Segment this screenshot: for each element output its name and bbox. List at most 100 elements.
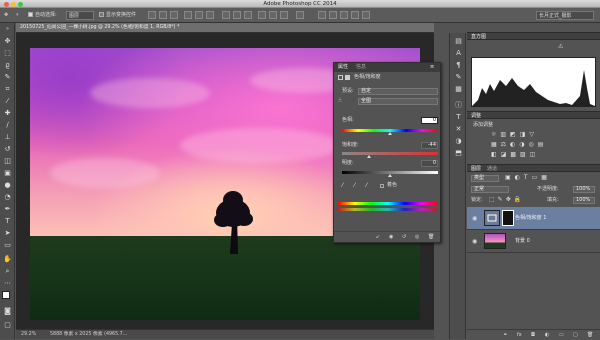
- adjustment-icons-row-3[interactable]: ◧◪▩▨◫: [491, 151, 539, 159]
- move-tool-icon[interactable]: ✥: [4, 11, 8, 20]
- auto-select-checkbox[interactable]: 自动选择:: [28, 11, 57, 20]
- align-right-icon[interactable]: [206, 11, 214, 19]
- hue-value-field[interactable]: 0: [421, 117, 438, 124]
- lightness-value-field[interactable]: 0: [421, 160, 438, 167]
- auto-select-target-select[interactable]: 图层: [66, 11, 94, 20]
- paragraph-panel-icon[interactable]: ¶: [454, 61, 463, 70]
- path-selection-tool-icon[interactable]: ➤: [3, 229, 12, 238]
- tab-properties[interactable]: 属性: [338, 63, 348, 72]
- color-panel-icon[interactable]: ◑: [454, 137, 463, 146]
- history-brush-tool-icon[interactable]: ↺: [3, 145, 12, 154]
- navigator-panel-icon[interactable]: ⬒: [454, 149, 463, 158]
- layer-name[interactable]: 背景 0: [515, 230, 530, 253]
- distribute-right-icon[interactable]: [280, 11, 288, 19]
- align-left-icon[interactable]: [184, 11, 192, 19]
- view-previous-state-icon[interactable]: ◉: [389, 234, 393, 241]
- layer-row-background[interactable]: ◉ 背景 0: [467, 230, 600, 253]
- workspace-switcher[interactable]: 长月正式_摄影: [536, 11, 594, 20]
- histogram-warning-icon[interactable]: ⚠: [558, 43, 563, 50]
- new-group-icon[interactable]: ▭: [559, 332, 564, 339]
- tab-channels[interactable]: 通道: [487, 165, 497, 173]
- auto-align-icon[interactable]: [296, 11, 304, 19]
- panel-menu-icon[interactable]: ≡: [430, 63, 434, 72]
- lock-icons[interactable]: ⬚✎✥🔒: [489, 196, 524, 204]
- target-adjust-icon[interactable]: ☝: [338, 97, 342, 104]
- tab-layers[interactable]: 图层: [471, 165, 481, 173]
- eyedropper-minus-icon[interactable]: ⁄: [366, 182, 367, 189]
- 3d-slide-icon[interactable]: [351, 11, 359, 19]
- document-tab[interactable]: 20150725_仙尚公园_一棵小树.jpg @ 29.2% (色相/饱和度 1…: [16, 23, 434, 33]
- 3d-roll-icon[interactable]: [329, 11, 337, 19]
- align-bottom-icon[interactable]: [170, 11, 178, 19]
- reset-icon[interactable]: ↺: [402, 234, 406, 241]
- rectangle-tool-icon[interactable]: ▭: [3, 241, 12, 250]
- delete-layer-icon[interactable]: 🗑: [587, 332, 593, 339]
- visibility-eye-icon[interactable]: ◉: [472, 238, 477, 245]
- lasso-tool-icon[interactable]: ϱ: [3, 61, 12, 70]
- distribute-center-icon[interactable]: [269, 11, 277, 19]
- history-panel-icon[interactable]: ▤: [454, 37, 463, 46]
- tool-presets-icon[interactable]: T: [454, 113, 463, 122]
- lightness-slider-handle[interactable]: [388, 174, 392, 177]
- mask-icon[interactable]: [345, 75, 350, 80]
- collapse-toolbar-icon[interactable]: »: [3, 25, 12, 34]
- 3d-scale-icon[interactable]: [362, 11, 370, 19]
- align-center-icon[interactable]: [195, 11, 203, 19]
- preset-select[interactable]: 自定: [358, 88, 438, 95]
- channel-select[interactable]: 全图: [358, 98, 438, 105]
- marquee-tool-icon[interactable]: ⬚: [3, 49, 12, 58]
- tab-info[interactable]: 信息: [356, 63, 366, 72]
- saturation-slider-handle[interactable]: [367, 155, 371, 158]
- screen-mode-icon[interactable]: ▢: [3, 321, 12, 330]
- fill-field[interactable]: 100%: [573, 197, 595, 204]
- show-transform-checkbox[interactable]: 显示变换控件: [99, 11, 136, 20]
- link-layers-icon[interactable]: ⚭: [503, 332, 507, 339]
- align-middle-icon[interactable]: [159, 11, 167, 19]
- new-adjustment-layer-icon[interactable]: ◐: [545, 332, 549, 339]
- swatches-panel-icon[interactable]: ▦: [454, 85, 463, 94]
- blend-mode-select[interactable]: 正常: [471, 186, 509, 193]
- info-panel-icon[interactable]: ⓘ: [454, 101, 463, 110]
- layer-filter-icons[interactable]: ▣◐T▭▦: [505, 174, 551, 182]
- adjustment-icons-row-2[interactable]: ▦⚖◐◑◎▤: [491, 141, 547, 149]
- layer-kind-filter[interactable]: 类型: [471, 175, 499, 182]
- distribute-left-icon[interactable]: [258, 11, 266, 19]
- clip-to-layer-icon[interactable]: ↙: [376, 234, 380, 241]
- layer-style-icon[interactable]: fx: [517, 332, 522, 339]
- layer-name[interactable]: 色相/饱和度 1: [515, 207, 546, 230]
- brush-presets-icon[interactable]: ✎: [454, 73, 463, 82]
- visibility-eye-icon[interactable]: ◉: [472, 215, 477, 222]
- quick-mask-icon[interactable]: ◙: [3, 307, 12, 316]
- layer-row-adjustment[interactable]: ◉ 色相/饱和度 1: [467, 207, 600, 230]
- eyedropper-tool-icon[interactable]: ⁄: [3, 97, 12, 106]
- pen-tool-icon[interactable]: ✒: [3, 205, 12, 214]
- 3d-orbit-icon[interactable]: [318, 11, 326, 19]
- clone-stamp-tool-icon[interactable]: ⊥: [3, 133, 12, 142]
- colorize-checkbox[interactable]: [380, 184, 384, 188]
- 3d-pan-icon[interactable]: [340, 11, 348, 19]
- character-panel-icon[interactable]: A: [454, 49, 463, 58]
- add-mask-icon[interactable]: ◘: [531, 332, 535, 339]
- type-tool-icon[interactable]: T: [3, 217, 12, 226]
- distribute-middle-icon[interactable]: [233, 11, 241, 19]
- saturation-value-field[interactable]: -44: [421, 142, 438, 149]
- delete-adjustment-icon[interactable]: 🗑: [428, 234, 434, 241]
- toggle-visibility-icon[interactable]: ◎: [415, 234, 419, 241]
- layer-mask-thumbnail[interactable]: [502, 210, 514, 226]
- crop-tool-icon[interactable]: ⌗: [3, 85, 12, 94]
- more-tools-icon[interactable]: ⋯: [3, 279, 12, 288]
- actions-panel-icon[interactable]: ✕: [454, 125, 463, 134]
- new-layer-icon[interactable]: ▢: [573, 332, 578, 339]
- eyedropper-plus-icon[interactable]: ⁄: [354, 182, 355, 189]
- gradient-tool-icon[interactable]: ▣: [3, 169, 12, 178]
- move-tool-icon[interactable]: ✥: [3, 37, 12, 46]
- distribute-bottom-icon[interactable]: [244, 11, 252, 19]
- zoom-tool-icon[interactable]: ⌕: [3, 267, 12, 276]
- eyedropper-icon[interactable]: ⁄: [342, 182, 343, 189]
- align-top-icon[interactable]: [148, 11, 156, 19]
- dodge-tool-icon[interactable]: ◔: [3, 193, 12, 202]
- hue-slider-handle[interactable]: [388, 132, 392, 135]
- saturation-slider-track[interactable]: [342, 152, 438, 155]
- quick-select-tool-icon[interactable]: ✎: [3, 73, 12, 82]
- eraser-tool-icon[interactable]: ◫: [3, 157, 12, 166]
